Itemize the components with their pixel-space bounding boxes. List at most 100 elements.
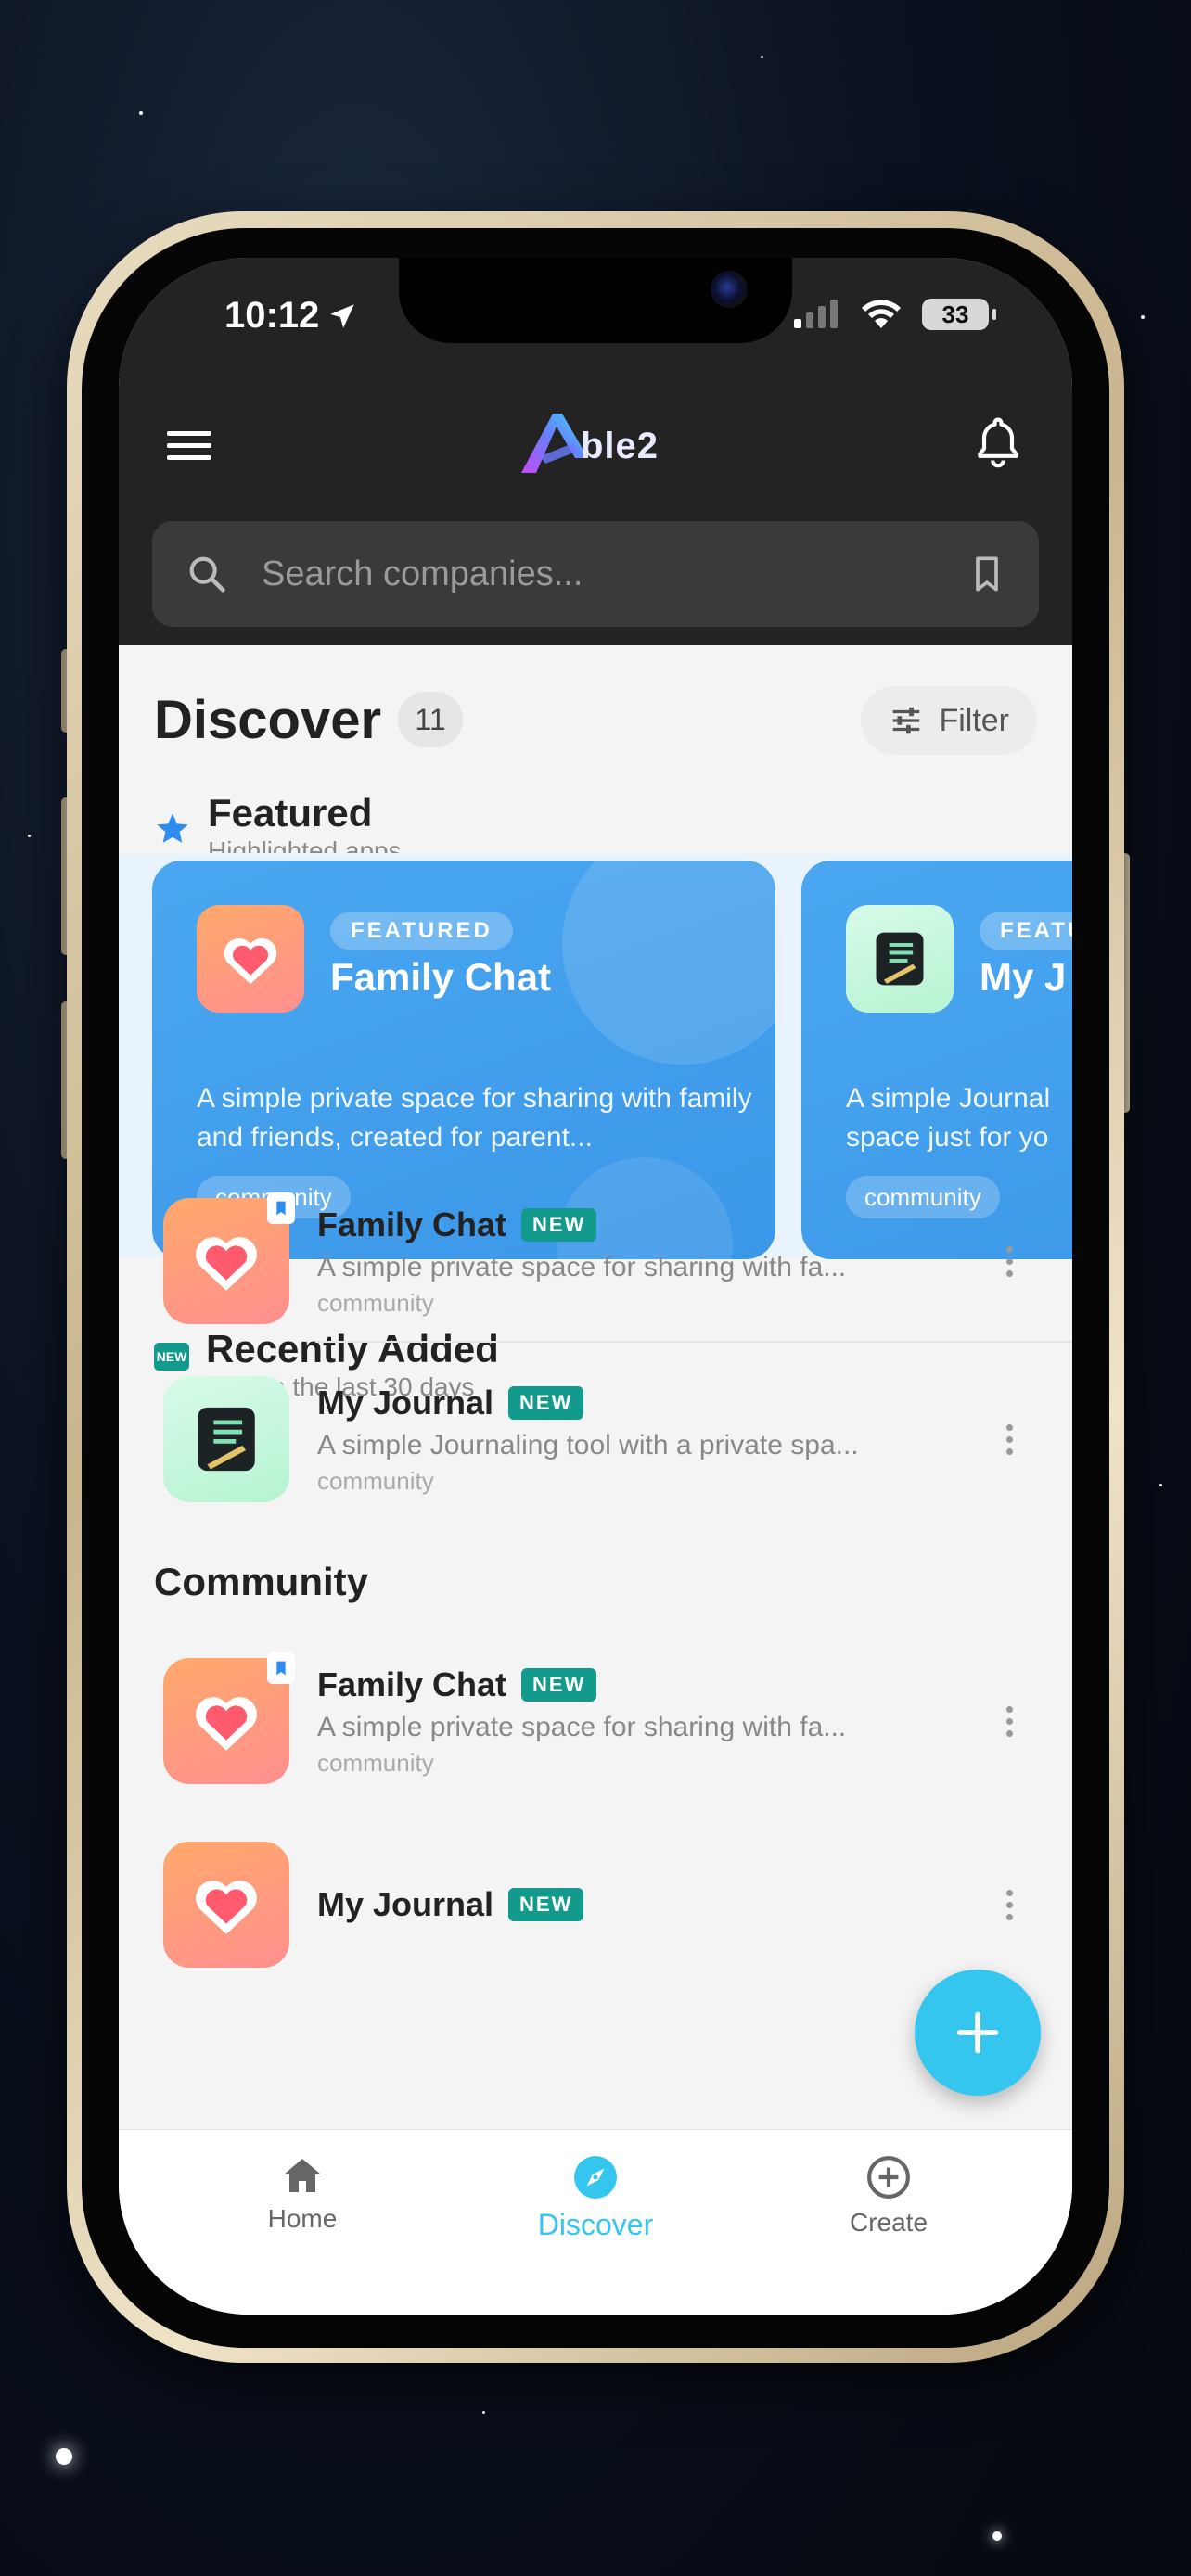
list-item-name-row: Family Chat NEW (317, 1205, 991, 1244)
featured-badge: FEATU (980, 912, 1072, 950)
tab-create[interactable]: Create (796, 2154, 981, 2238)
list-item-name-row: My Journal NEW (317, 1885, 991, 1924)
app-name: My Journal (317, 1383, 494, 1422)
new-badge: NEW (521, 1207, 597, 1242)
more-options-icon[interactable] (991, 1689, 1028, 1753)
search-input[interactable] (262, 554, 968, 594)
results-count-badge: 11 (398, 692, 464, 747)
notch (399, 258, 792, 343)
more-options-icon[interactable] (991, 1229, 1028, 1294)
bell-icon[interactable] (972, 415, 1024, 471)
add-fab-button[interactable] (915, 1970, 1041, 2096)
app-icon (163, 1376, 289, 1502)
app-icon (197, 905, 304, 1013)
filter-label: Filter (939, 702, 1009, 738)
tab-label: Home (267, 2204, 338, 2233)
star (1159, 1484, 1162, 1486)
page-title: Discover (154, 689, 382, 750)
star (482, 2411, 485, 2414)
list-item-name-row: Family Chat NEW (317, 1665, 991, 1704)
discover-header: Discover 11 Filter (154, 682, 1037, 757)
decor-circle (562, 861, 775, 1065)
star (992, 2531, 1002, 2541)
featured-card-title: My J (980, 955, 1067, 999)
plus-circle-icon (867, 2156, 910, 2199)
logo-text: ble2 (581, 425, 660, 466)
featured-card-title: Family Chat (330, 955, 552, 999)
wifi-icon (862, 300, 901, 328)
more-options-icon[interactable] (991, 1407, 1028, 1472)
menu-icon[interactable] (167, 423, 211, 467)
bottom-tab-bar: Home Discover Create (119, 2129, 1072, 2315)
list-item-name-row: My Journal NEW (317, 1384, 991, 1422)
compass-icon (574, 2156, 617, 2199)
community-section-title: Community (154, 1560, 368, 1603)
location-arrow-icon (330, 303, 355, 328)
more-options-icon[interactable] (991, 1872, 1028, 1937)
search-bar[interactable] (152, 521, 1039, 627)
app-screen: 10:12 33 ble2 Search companies... Discov… (119, 258, 1072, 2315)
cellular-signal-icon (794, 300, 838, 328)
journal-icon (198, 1407, 255, 1472)
app-name: My Journal (317, 1885, 494, 1923)
star-icon (157, 813, 188, 843)
new-badge: NEW (521, 1667, 597, 1702)
category-tag: community (317, 1748, 434, 1777)
list-item-text: Family Chat NEW A simple private space f… (317, 1205, 991, 1318)
saved-bookmark-icon (267, 1192, 295, 1224)
bookmark-icon[interactable] (968, 554, 1005, 594)
category-tag: community (317, 1288, 434, 1317)
main-content: Discover 11 Filter Featured Highlighted … (119, 645, 1072, 2129)
sliders-icon (893, 707, 920, 734)
star (56, 2448, 72, 2465)
saved-bookmark-icon (267, 1652, 295, 1684)
app-name: Family Chat (317, 1205, 507, 1243)
tab-discover[interactable]: Discover (503, 2154, 688, 2242)
list-divider (315, 1341, 1072, 1343)
heart-icon (224, 937, 277, 985)
app-description: A simple private space for sharing with … (317, 1251, 847, 1282)
new-badge: NEW (508, 1888, 584, 1921)
app-name: Family Chat (317, 1664, 507, 1703)
app-icon (163, 1652, 295, 1784)
list-item-text: My Journal NEW A simple Journaling tool … (317, 1384, 991, 1496)
list-item[interactable]: My Journal NEW (163, 1830, 1028, 1979)
app-icon (846, 905, 954, 1013)
featured-title: Featured (208, 791, 373, 835)
filter-button[interactable]: Filter (861, 686, 1037, 755)
app-icon (163, 1842, 289, 1968)
app-icon (163, 1192, 295, 1324)
app-description: A simple Journaling tool with a private … (317, 1429, 859, 1460)
heart-icon (196, 1237, 257, 1291)
front-camera (711, 271, 748, 308)
search-icon (189, 556, 225, 593)
app-description: A simple private space for sharing with … (317, 1711, 847, 1742)
list-item[interactable]: Family Chat NEW A simple private space f… (163, 1647, 1028, 1795)
heart-icon (196, 1697, 257, 1751)
category-tag: community (317, 1466, 434, 1495)
status-icons: 33 (792, 299, 996, 330)
star (139, 111, 143, 115)
list-item-text: Family Chat NEW A simple private space f… (317, 1665, 991, 1778)
heart-icon (196, 1881, 257, 1934)
plus-icon (956, 2011, 999, 2054)
star (1141, 315, 1145, 319)
battery-icon: 33 (922, 299, 996, 330)
star (761, 56, 763, 58)
star (28, 835, 31, 837)
list-item[interactable]: My Journal NEW A simple Journaling tool … (163, 1365, 1028, 1513)
top-header: 10:12 33 ble2 Search companies... (119, 258, 1072, 645)
featured-badge: FEATURED (330, 912, 513, 950)
tab-label: Create (849, 2208, 928, 2237)
featured-card-description: A simple private space for sharing with … (197, 1083, 752, 1153)
app-logo: ble2 (518, 406, 675, 480)
tab-label: Discover (537, 2208, 654, 2241)
new-badge: NEW (508, 1385, 584, 1420)
journal-icon (876, 932, 924, 986)
home-icon (284, 2159, 321, 2192)
featured-card-description: A simple Journal space just for yo (846, 1083, 1051, 1153)
list-item-text: My Journal NEW (317, 1885, 991, 1924)
status-time: 10:12 (224, 295, 358, 337)
tab-home[interactable]: Home (210, 2154, 395, 2234)
list-item[interactable]: Family Chat NEW A simple private space f… (163, 1187, 1028, 1335)
